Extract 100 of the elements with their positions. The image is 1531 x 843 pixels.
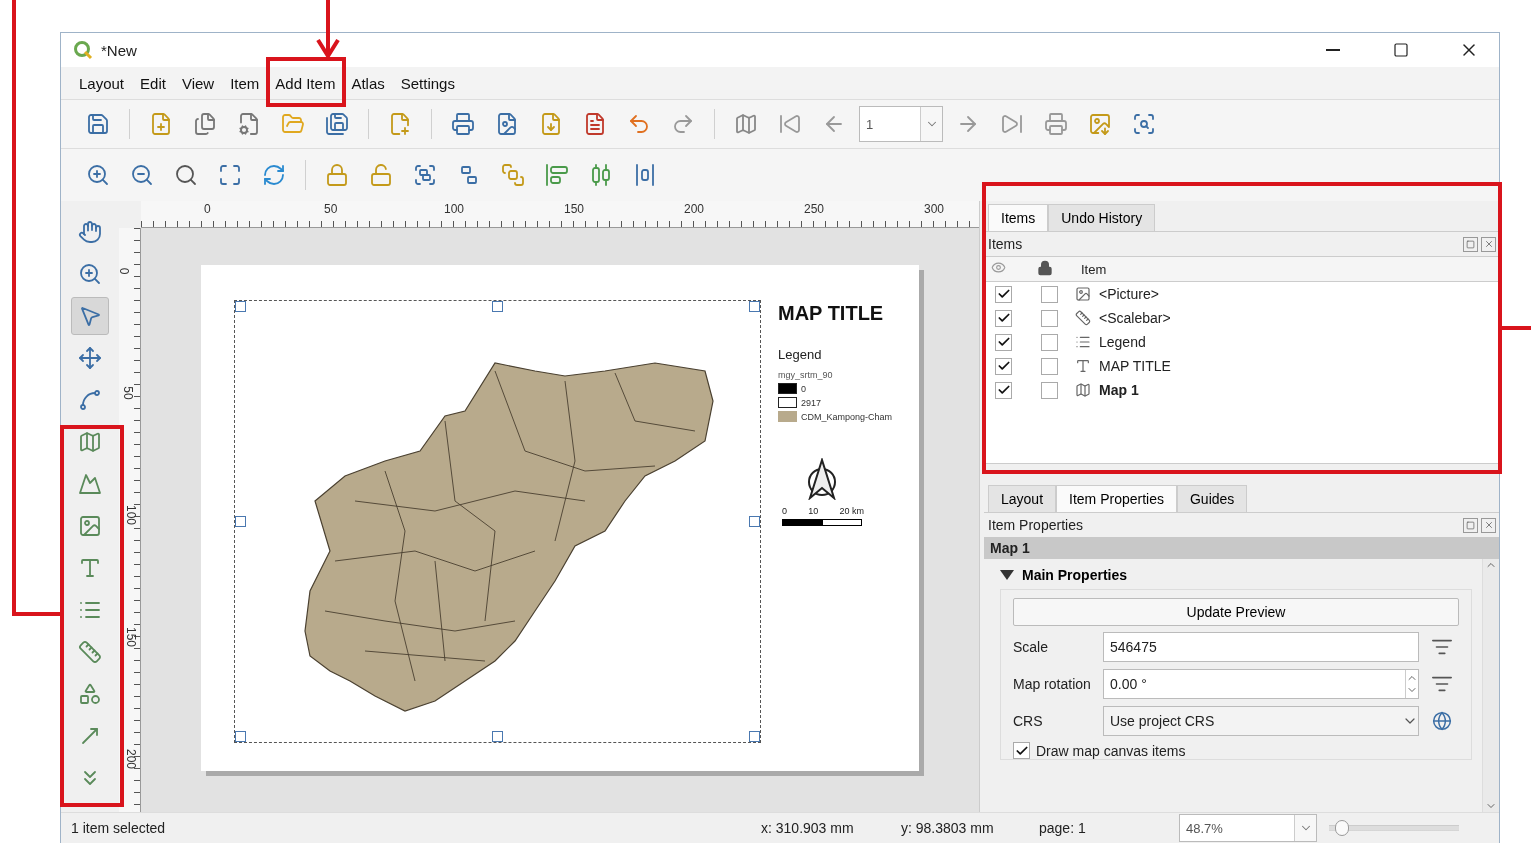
file-plus-icon <box>388 112 412 136</box>
skip-forward-icon <box>1000 112 1024 136</box>
zoom-dropdown[interactable]: 48.7% <box>1179 814 1317 842</box>
section-header[interactable]: Main Properties <box>1000 567 1128 583</box>
skip-back-icon <box>778 112 802 136</box>
visibility-checkbox[interactable] <box>995 357 1012 375</box>
save-all-icon <box>325 112 349 136</box>
item-label[interactable]: Legend <box>1099 334 1498 350</box>
ruler-label: 150 <box>124 627 138 647</box>
item-label[interactable]: Map 1 <box>1099 382 1498 398</box>
globe-icon <box>1432 711 1452 731</box>
legend-label: CDM_Kampong-Cham <box>801 411 893 422</box>
ruler-label: 150 <box>564 202 585 216</box>
menu-item[interactable]: Layout <box>71 70 133 96</box>
selection-handle[interactable] <box>235 731 246 742</box>
file-text-icon <box>583 112 607 136</box>
selection-handle[interactable] <box>235 301 246 312</box>
legend-title: Legend <box>778 347 823 362</box>
legend-label: 2917 <box>801 397 822 408</box>
menu-item[interactable]: View <box>173 70 223 96</box>
map-icon <box>1075 382 1091 398</box>
minimize-icon <box>1326 49 1340 51</box>
menu-item[interactable]: Item <box>222 70 268 96</box>
panel-tab[interactable]: Item Properties <box>1056 485 1177 512</box>
item-label[interactable]: MAP TITLE <box>1099 358 1498 374</box>
lock-checkbox[interactable] <box>1041 285 1058 303</box>
list-icon <box>1075 334 1091 350</box>
image-down-icon <box>1088 112 1112 136</box>
triangle-down-icon <box>1000 570 1014 580</box>
visibility-checkbox[interactable] <box>995 309 1012 327</box>
undo-icon <box>627 112 651 136</box>
ruler-label: 200 <box>124 749 138 769</box>
pointer-button[interactable] <box>71 297 109 335</box>
input-field[interactable]: 546475 <box>1103 632 1419 662</box>
float-button[interactable] <box>1463 236 1478 252</box>
lock-checkbox[interactable] <box>1041 357 1058 375</box>
float-icon <box>1466 239 1475 249</box>
x-coordinate: x: 310.903 mm <box>761 820 855 836</box>
ruler-label: 50 <box>120 386 135 400</box>
folder-icon <box>281 112 305 136</box>
align-left-icon <box>545 163 569 187</box>
float-button[interactable] <box>1463 517 1478 533</box>
close-button[interactable] <box>1481 517 1496 533</box>
selection-handle[interactable] <box>492 301 503 312</box>
panel-tab[interactable]: Guides <box>1177 485 1248 512</box>
visibility-checkbox[interactable] <box>995 381 1012 399</box>
float-icon <box>1466 520 1475 530</box>
item-label[interactable]: <Scalebar> <box>1099 310 1498 326</box>
panel-tab[interactable]: Layout <box>988 485 1057 512</box>
group-icon <box>413 163 437 187</box>
logo-icon <box>73 40 93 60</box>
item-label[interactable]: <Picture> <box>1099 286 1498 302</box>
scrollbar[interactable] <box>1482 559 1499 812</box>
menu-item[interactable]: Add Item <box>267 70 344 96</box>
visibility-checkbox[interactable] <box>995 333 1012 351</box>
selection-handle[interactable] <box>235 516 246 527</box>
panel-tab[interactable]: Undo History <box>1048 204 1156 231</box>
map-title: MAP TITLE <box>778 302 885 325</box>
ruler-icon <box>1075 310 1091 326</box>
dropdown[interactable]: Use project CRS <box>1103 706 1419 736</box>
page-field[interactable]: 1 <box>859 106 943 142</box>
panel-tab[interactable]: Items <box>988 204 1049 231</box>
spin-box[interactable]: 0.00 ° <box>1103 669 1419 699</box>
save-icon <box>86 112 110 136</box>
image-icon <box>1075 286 1091 302</box>
field-label: Map rotation <box>1013 676 1092 692</box>
lock-open-icon <box>369 163 393 187</box>
close-icon <box>1483 520 1494 530</box>
distribute-icon <box>589 163 613 187</box>
menu-item[interactable]: Atlas <box>343 70 393 96</box>
menu-item[interactable]: Settings <box>392 70 463 96</box>
lock-checkbox[interactable] <box>1041 309 1058 327</box>
close-button[interactable] <box>1481 236 1496 252</box>
pointer-icon <box>78 304 102 328</box>
move-icon <box>78 346 102 370</box>
selection-handle[interactable] <box>492 731 503 742</box>
scan-search-icon <box>1132 112 1156 136</box>
status-message: 1 item selected <box>71 820 167 836</box>
y-coordinate: y: 98.3803 mm <box>901 820 995 836</box>
ruler-label: 0 <box>204 202 211 216</box>
menu-item[interactable]: Edit <box>132 70 174 96</box>
selection-handle[interactable] <box>749 301 760 312</box>
ruler-label: 250 <box>804 202 825 216</box>
lock-checkbox[interactable] <box>1041 381 1058 399</box>
update-preview-button[interactable]: Update Preview <box>1013 598 1459 626</box>
ruler-label: 100 <box>124 505 138 525</box>
selection-handle[interactable] <box>749 516 760 527</box>
maximize-icon <box>218 163 242 187</box>
ruler-label: 200 <box>684 202 705 216</box>
lock-checkbox[interactable] <box>1041 333 1058 351</box>
checkbox-label: Draw map canvas items <box>1036 742 1186 759</box>
space-around-icon <box>633 163 657 187</box>
slider-thumb[interactable] <box>1334 820 1349 836</box>
scale-label: 20 km <box>839 506 864 516</box>
checkbox[interactable] <box>1013 742 1030 759</box>
redo-icon <box>671 112 695 136</box>
map-icon <box>734 112 758 136</box>
visibility-checkbox[interactable] <box>995 285 1012 303</box>
map-frame[interactable] <box>234 300 761 743</box>
selection-handle[interactable] <box>749 731 760 742</box>
